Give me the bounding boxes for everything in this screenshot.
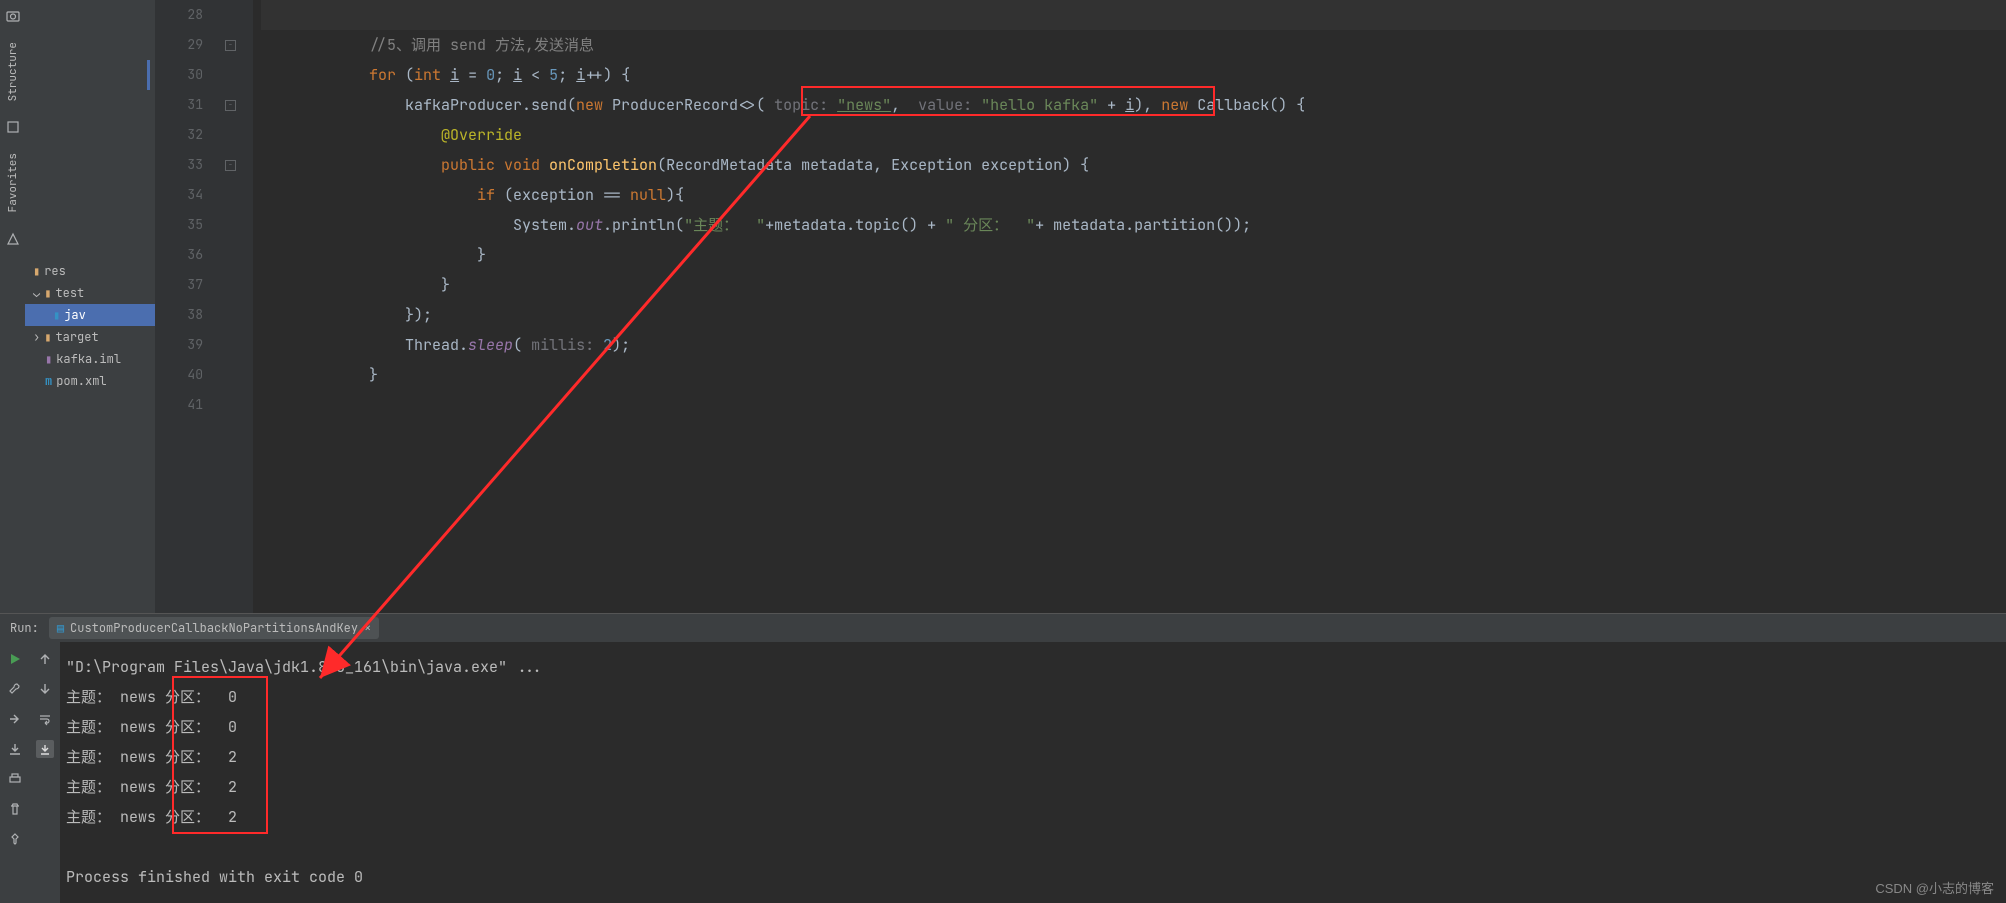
console-line: 主题： news 分区： 2 — [66, 802, 2000, 832]
console-line: 主题： news 分区： 2 — [66, 742, 2000, 772]
code-line: } — [261, 270, 2006, 300]
code-line: Thread.sleep( millis: 2); — [261, 330, 2006, 360]
trash-icon[interactable] — [6, 800, 24, 818]
folder-icon: ▮ — [44, 285, 51, 301]
close-icon[interactable]: × — [364, 620, 371, 636]
gutter: 28 29 30 31 32 33 34 35 36 37 38 39 40 4… — [155, 0, 223, 613]
bookmark-icon[interactable] — [5, 119, 21, 135]
project-tree[interactable]: ▮res ⌄▮test ▮jav ›▮target ▮kafka.iml mpo… — [25, 0, 155, 613]
console-line: 主题： news 分区： 0 — [66, 682, 2000, 712]
run-tool-column-1 — [0, 642, 30, 903]
caret-indicator — [147, 60, 150, 90]
line-number: 31 — [155, 90, 203, 120]
fold-marker[interactable]: − — [225, 40, 236, 51]
run-label: Run: — [10, 620, 39, 636]
line-number: 29 — [155, 30, 203, 60]
fold-marker[interactable]: − — [225, 160, 236, 171]
line-number: 40 — [155, 360, 203, 390]
line-number: 38 — [155, 300, 203, 330]
console-line: Process finished with exit code 0 — [66, 862, 2000, 892]
fold-marker[interactable]: − — [225, 100, 236, 111]
file-icon: ▮ — [45, 351, 52, 367]
arrow-down-icon[interactable] — [36, 680, 54, 698]
print-icon[interactable] — [6, 770, 24, 788]
folder-icon: ▮ — [33, 263, 40, 279]
watermark: CSDN @小志的博客 — [1875, 878, 1994, 897]
line-number: 36 — [155, 240, 203, 270]
code-line — [261, 390, 2006, 420]
scroll-to-end-icon[interactable] — [36, 740, 54, 758]
code-line: }); — [261, 300, 2006, 330]
line-number: 30 — [155, 60, 203, 90]
code-line: } — [261, 240, 2006, 270]
folder-icon: ▮ — [53, 307, 60, 323]
line-number: 28 — [155, 0, 203, 30]
tree-item-res[interactable]: ▮res — [25, 260, 155, 282]
tree-item-test[interactable]: ⌄▮test — [25, 282, 155, 304]
console-line — [66, 832, 2000, 862]
run-header: Run: ▤ CustomProducerCallbackNoPartition… — [0, 614, 2006, 642]
code-line: if (exception == null){ — [261, 180, 2006, 210]
console-output[interactable]: "D:\Program Files\Java\jdk1.8.0_161\bin\… — [60, 642, 2006, 903]
rerun-button[interactable] — [6, 650, 24, 668]
pin-icon[interactable] — [6, 830, 24, 848]
step-icon[interactable] — [6, 710, 24, 728]
run-tool-column-2 — [30, 642, 60, 903]
run-panel: Run: ▤ CustomProducerCallbackNoPartition… — [0, 613, 2006, 903]
wrap-icon[interactable] — [36, 710, 54, 728]
wrench-icon[interactable] — [6, 680, 24, 698]
code-line: //5、调用 send 方法,发送消息 — [261, 30, 2006, 60]
sidebar-favorites[interactable]: Favorites — [4, 145, 22, 220]
code-line: for (int i = 0; i < 5; i++) { — [261, 60, 2006, 90]
line-number: 39 — [155, 330, 203, 360]
camera-icon[interactable] — [5, 8, 21, 24]
code-editor[interactable]: //5、调用 send 方法,发送消息 for (int i = 0; i < … — [253, 0, 2006, 613]
code-line — [261, 0, 2006, 30]
console-line: "D:\Program Files\Java\jdk1.8.0_161\bin\… — [66, 652, 2000, 682]
fold-column: − − − — [223, 0, 253, 613]
line-number: 32 — [155, 120, 203, 150]
chevron-right-icon: › — [33, 329, 40, 345]
sidebar-structure[interactable]: Structure — [4, 34, 22, 109]
run-config-icon: ▤ — [57, 620, 64, 636]
maven-icon: m — [45, 373, 52, 389]
code-line: kafkaProducer.send(new ProducerRecord<>(… — [261, 90, 2006, 120]
folder-icon: ▮ — [44, 329, 51, 345]
code-line: @Override — [261, 120, 2006, 150]
tree-item-kafka-iml[interactable]: ▮kafka.iml — [25, 348, 155, 370]
arrow-up-icon[interactable] — [36, 650, 54, 668]
download-icon[interactable] — [6, 740, 24, 758]
line-number: 34 — [155, 180, 203, 210]
code-line: System.out.println("主题： "+metadata.topic… — [261, 210, 2006, 240]
chevron-down-icon: ⌄ — [33, 285, 40, 301]
line-number: 41 — [155, 390, 203, 420]
tree-item-pom[interactable]: mpom.xml — [25, 370, 155, 392]
left-tool-strip: Structure Favorites — [0, 0, 25, 613]
tree-item-jav[interactable]: ▮jav — [25, 304, 155, 326]
line-number: 33 — [155, 150, 203, 180]
code-line: } — [261, 360, 2006, 390]
build-icon[interactable] — [5, 231, 21, 247]
tree-item-target[interactable]: ›▮target — [25, 326, 155, 348]
console-line: 主题： news 分区： 0 — [66, 712, 2000, 742]
line-number: 37 — [155, 270, 203, 300]
run-tab[interactable]: ▤ CustomProducerCallbackNoPartitionsAndK… — [49, 617, 379, 639]
line-number: 35 — [155, 210, 203, 240]
code-line: public void onCompletion(RecordMetadata … — [261, 150, 2006, 180]
console-line: 主题： news 分区： 2 — [66, 772, 2000, 802]
